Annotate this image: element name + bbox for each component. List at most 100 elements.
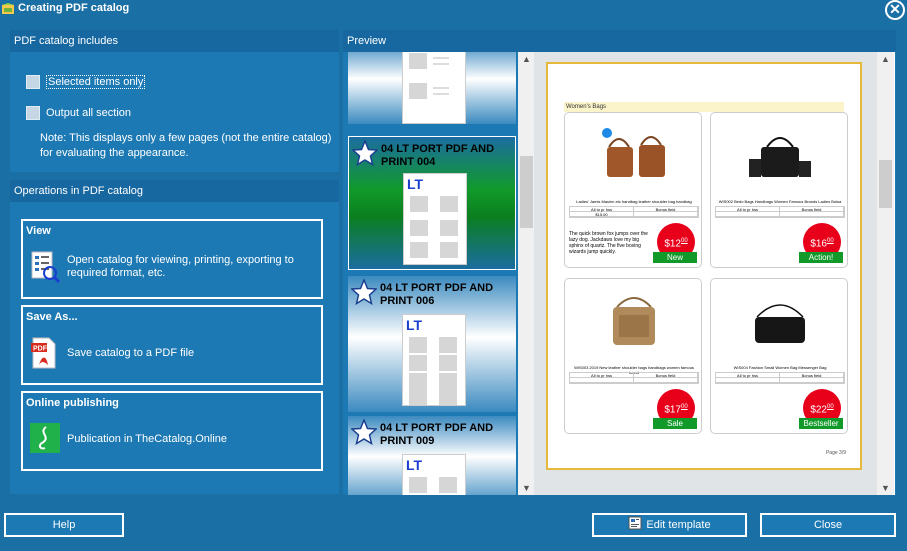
price-table: All to pr hss Bonus field	[569, 372, 699, 384]
table-cell	[570, 378, 634, 383]
thumbnail-label: 04 LT PORT PDF AND PRINT 009	[380, 422, 494, 447]
product-image	[755, 304, 805, 343]
thumbnail-label: 04 LT PORT PDF AND PRINT 004	[381, 143, 495, 168]
output-all-label: Output all section	[46, 107, 131, 119]
product-blurb: The quick brown fox jumps over the lazy …	[569, 231, 648, 255]
product-image	[613, 297, 655, 345]
scroll-thumb[interactable]	[879, 160, 892, 208]
product-card: WIS004 Fashion Small Women Bag Messenger…	[710, 278, 848, 434]
product-card: WIS002 Bedo Bags Handbags Women Famous B…	[710, 112, 848, 268]
preview-frame: 04 LT PORT PDF AND PRINT 004 LT 04 LT PO…	[346, 52, 895, 495]
product-tag: Bestseller	[799, 418, 843, 429]
price-table: All to pr hss Bonus field $15.00	[569, 206, 699, 218]
option-selected-items[interactable]: Selected items only	[26, 75, 146, 89]
scroll-thumb[interactable]	[520, 156, 533, 228]
window-title: Creating PDF catalog	[18, 2, 130, 14]
operations-panel: Operations in PDF catalog View Open cata…	[10, 180, 339, 494]
product-tag: New	[653, 252, 697, 263]
page-number: Page 3/9	[825, 450, 846, 456]
view-title: View	[26, 225, 51, 237]
save-as-action[interactable]: Save As... PDF Save catalog to a PDF fil…	[21, 305, 323, 385]
close-window-button[interactable]: ✕	[885, 0, 905, 20]
price-value: $12	[664, 238, 681, 250]
thumbnail-label: 04 LT PORT PDF AND PRINT 006	[380, 282, 494, 307]
close-button[interactable]: Close	[760, 513, 896, 537]
price-value: $16	[810, 238, 827, 250]
table-cell	[780, 378, 844, 383]
preview-heading: Preview	[343, 30, 896, 52]
product-tag: Action!	[799, 252, 843, 263]
price-value: $17	[664, 404, 681, 416]
scroll-down-icon[interactable]: ▼	[518, 481, 535, 495]
thecatalog-online-icon	[30, 423, 60, 453]
output-all-checkbox[interactable]	[26, 106, 40, 120]
table-cell	[780, 212, 844, 217]
scroll-down-icon[interactable]: ▼	[877, 481, 894, 495]
product-desc: WIS004 Fashion Small Women Bag Messenger…	[733, 365, 827, 370]
table-cell: $15.00	[570, 212, 634, 217]
catalog-page: Women's Bags Ladies' Jamis Masinn etc ha…	[546, 62, 862, 470]
star-icon[interactable]	[352, 140, 378, 166]
mini-logo: LT	[407, 176, 424, 192]
mini-page: LT	[403, 173, 467, 265]
page-preview-area: Women's Bags Ladies' Jamis Masinn etc ha…	[534, 52, 877, 495]
scroll-up-icon[interactable]: ▲	[518, 52, 535, 66]
star-icon[interactable]	[351, 279, 377, 305]
price-value: $22	[810, 404, 827, 416]
price-table: All to pr hss Bonus field	[715, 206, 845, 218]
price-table: All to pr hss Bonus field	[715, 372, 845, 384]
view-catalog-icon	[31, 251, 60, 283]
table-cell	[716, 378, 780, 383]
product-desc: Ladies' Jamis Masinn etc handbag leather…	[576, 199, 692, 204]
operations-heading: Operations in PDF catalog	[10, 180, 339, 202]
option-output-all[interactable]: Output all section	[26, 106, 131, 120]
table-cell	[716, 212, 780, 217]
pdf-file-icon: PDF	[31, 337, 56, 369]
thumbnail-print-006[interactable]: 04 LT PORT PDF AND PRINT 006 LT	[348, 276, 516, 412]
edit-template-label: Edit template	[646, 519, 711, 531]
product-tag: Sale	[653, 418, 697, 429]
selected-items-label: Selected items only	[46, 75, 146, 89]
includes-panel: PDF catalog includes Selected items only…	[10, 30, 339, 172]
close-icon: ✕	[889, 1, 901, 17]
price-cents: 00	[681, 404, 688, 410]
thumbnail-list: 04 LT PORT PDF AND PRINT 004 LT 04 LT PO…	[346, 52, 518, 495]
thumbnail-print-009[interactable]: 04 LT PORT PDF AND PRINT 009 LT	[348, 416, 516, 495]
thumbnail-previous[interactable]	[348, 52, 516, 124]
online-publishing-action[interactable]: Online publishing Publication in TheCata…	[21, 391, 323, 471]
product-image	[749, 137, 811, 177]
product-card: Ladies' Jamis Masinn etc handbag leather…	[564, 112, 702, 268]
note-text: Note: This displays only a few pages (no…	[40, 132, 332, 159]
thumbnail-scrollbar[interactable]: ▲ ▼	[518, 52, 535, 495]
app-icon	[2, 3, 14, 14]
section-heading: Women's Bags	[564, 102, 844, 112]
page-scrollbar[interactable]: ▲ ▼	[877, 52, 894, 495]
save-as-desc: Save catalog to a PDF file	[67, 347, 195, 359]
online-title: Online publishing	[26, 397, 119, 409]
price-cents: 00	[827, 238, 834, 244]
mini-logo: LT	[406, 457, 423, 473]
product-image	[602, 128, 665, 177]
edit-template-button[interactable]: Edit template	[592, 513, 747, 537]
table-cell	[634, 212, 698, 217]
online-desc: Publication in TheCatalog.Online	[67, 433, 228, 445]
view-action[interactable]: View Open catalog for viewing, printing,…	[21, 219, 323, 299]
view-desc: Open catalog for viewing, printing, expo…	[67, 254, 294, 279]
includes-heading: PDF catalog includes	[10, 30, 339, 52]
save-as-title: Save As...	[26, 311, 78, 323]
scroll-up-icon[interactable]: ▲	[877, 52, 894, 66]
table-cell	[634, 378, 698, 383]
thumbnail-print-004[interactable]: 04 LT PORT PDF AND PRINT 004 LT	[348, 136, 516, 270]
help-button[interactable]: Help	[4, 513, 124, 537]
mini-page: LT	[402, 314, 466, 406]
price-cents: 00	[681, 238, 688, 244]
svg-text:PDF: PDF	[33, 346, 48, 353]
product-desc: WIS002 Bedo Bags Handbags Women Famous B…	[718, 199, 842, 204]
selected-items-checkbox[interactable]	[26, 75, 40, 89]
mini-page: LT	[402, 454, 466, 495]
price-cents: 00	[827, 404, 834, 410]
mini-page	[402, 52, 466, 124]
star-icon[interactable]	[351, 419, 377, 445]
edit-template-icon	[628, 516, 642, 530]
product-card: WIS003 2019 New leather shoulder bags ha…	[564, 278, 702, 434]
